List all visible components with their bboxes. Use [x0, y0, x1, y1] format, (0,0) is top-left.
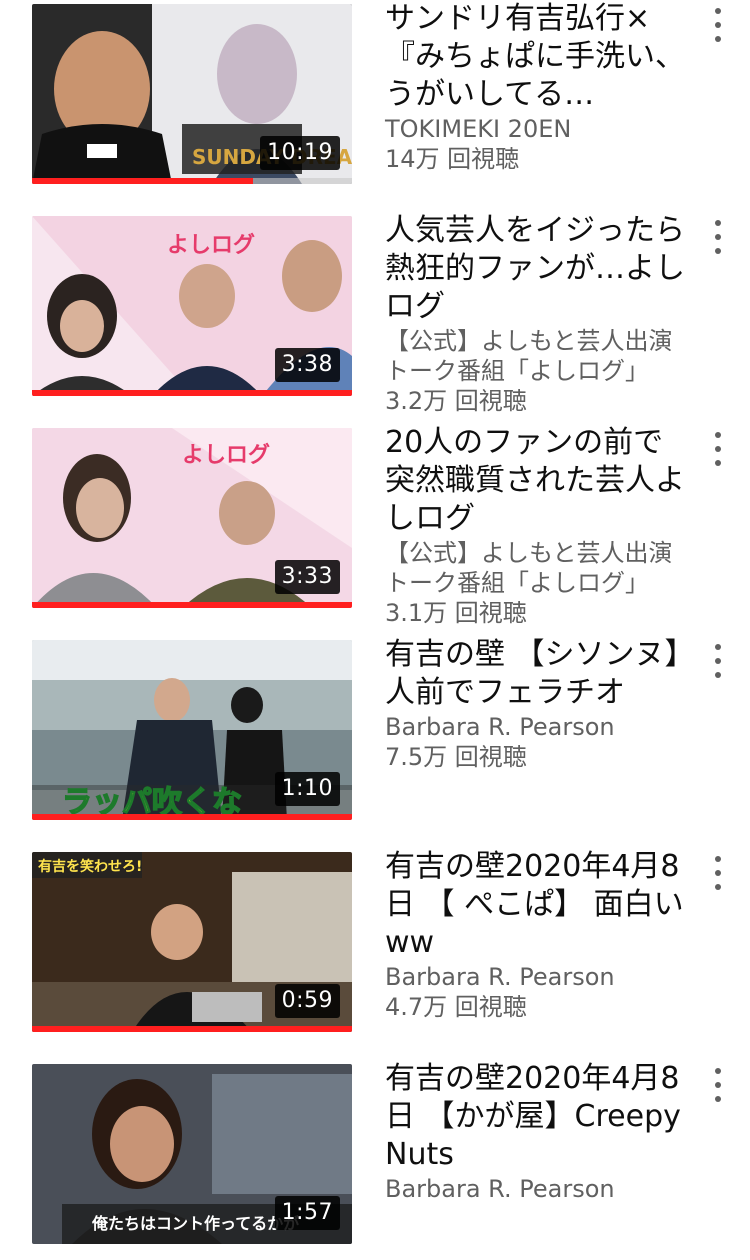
video-meta[interactable]: 有吉の壁2020年4月8日 【 ぺこぱ】 面白いww Barbara R. Pe…: [385, 848, 685, 1022]
thumbnail-caption: よしログ: [182, 442, 270, 468]
video-thumbnail[interactable]: よしログ 3:38: [32, 216, 352, 396]
channel-name[interactable]: Barbara R. Pearson: [385, 712, 685, 742]
video-title[interactable]: 人気芸人をイジったら熱狂的ファンが…よしログ: [385, 212, 685, 326]
more-vert-icon[interactable]: [710, 644, 726, 678]
view-count: 3.2万 回視聴: [385, 387, 527, 415]
view-count: 7.5万 回視聴: [385, 743, 527, 771]
thumbnail-caption: 俺たちはコント作ってるかが: [91, 1214, 299, 1233]
video-duration: 1:10: [274, 772, 340, 806]
channel-name[interactable]: Barbara R. Pearson: [385, 1174, 685, 1204]
more-vert-icon[interactable]: [710, 8, 726, 42]
view-count: 4.7万 回視聴: [385, 993, 527, 1021]
video-duration: 3:33: [274, 560, 340, 594]
video-meta[interactable]: 人気芸人をイジったら熱狂的ファンが…よしログ 【公式】よしもと芸人出演トーク番組…: [385, 212, 685, 416]
video-item[interactable]: よしログ 3:33 20人のファンの前で突然職質された芸人よしログ 【公式】よし…: [0, 424, 750, 627]
channel-name[interactable]: Barbara R. Pearson: [385, 962, 685, 992]
channel-name[interactable]: 【公式】よしもと芸人出演トーク番組「よしログ」: [385, 538, 685, 598]
video-thumbnail[interactable]: 有吉を笑わせろ! 0:59: [32, 852, 352, 1032]
video-thumbnail[interactable]: よしログ 3:33: [32, 428, 352, 608]
video-thumbnail[interactable]: 俺たちはコント作ってるかが 1:57: [32, 1064, 352, 1244]
watch-progress-bar: [32, 1026, 352, 1032]
video-title[interactable]: 20人のファンの前で突然職質された芸人よしログ: [385, 424, 685, 538]
video-duration: 0:59: [274, 984, 340, 1018]
channel-name[interactable]: 【公式】よしもと芸人出演トーク番組「よしログ」: [385, 326, 685, 386]
video-meta[interactable]: 有吉の壁 【シソンヌ】人前でフェラチオ Barbara R. Pearson 7…: [385, 636, 685, 772]
thumbnail-caption: よしログ: [167, 232, 255, 258]
thumbnail-caption: 有吉を笑わせろ!: [38, 858, 142, 875]
watch-progress-bar: [32, 390, 352, 396]
video-item[interactable]: 俺たちはコント作ってるかが 1:57 有吉の壁2020年4月8日 【かが屋】Cr…: [0, 1060, 750, 1260]
video-thumbnail[interactable]: SUNDAY DREAM 10:19: [32, 4, 352, 184]
video-item[interactable]: SUNDAY DREAM 10:19 サンドリ有吉弘行×『みちょぱに手洗い、うが…: [0, 0, 750, 200]
more-vert-icon[interactable]: [710, 432, 726, 466]
video-duration: 1:57: [274, 1196, 340, 1230]
channel-name[interactable]: TOKIMEKI 20EN: [385, 114, 685, 144]
view-count: 3.1万 回視聴: [385, 599, 527, 627]
video-thumbnail[interactable]: ラッパ吹くな 1:10: [32, 640, 352, 820]
video-meta[interactable]: サンドリ有吉弘行×『みちょぱに手洗い、うがいしてる… TOKIMEKI 20EN…: [385, 0, 685, 174]
view-count: 14万 回視聴: [385, 145, 520, 173]
more-vert-icon[interactable]: [710, 856, 726, 890]
video-title[interactable]: 有吉の壁2020年4月8日 【 ぺこぱ】 面白いww: [385, 848, 685, 962]
more-vert-icon[interactable]: [710, 220, 726, 254]
video-duration: 3:38: [274, 348, 340, 382]
watch-progress-bar: [32, 814, 352, 820]
video-title[interactable]: 有吉の壁 【シソンヌ】人前でフェラチオ: [385, 636, 685, 712]
more-vert-icon[interactable]: [710, 1068, 726, 1102]
watch-progress-bar: [32, 602, 352, 608]
video-meta[interactable]: 20人のファンの前で突然職質された芸人よしログ 【公式】よしもと芸人出演トーク番…: [385, 424, 685, 628]
video-item[interactable]: 有吉を笑わせろ! 0:59 有吉の壁2020年4月8日 【 ぺこぱ】 面白いww…: [0, 848, 750, 1048]
watch-progress-bar: [32, 178, 253, 184]
video-item[interactable]: ラッパ吹くな 1:10 有吉の壁 【シソンヌ】人前でフェラチオ Barbara …: [0, 636, 750, 836]
video-meta[interactable]: 有吉の壁2020年4月8日 【かが屋】Creepy Nuts Barbara R…: [385, 1060, 685, 1204]
video-duration: 10:19: [260, 136, 340, 170]
video-item[interactable]: よしログ 3:38 人気芸人をイジったら熱狂的ファンが…よしログ 【公式】よしも…: [0, 212, 750, 415]
video-title[interactable]: 有吉の壁2020年4月8日 【かが屋】Creepy Nuts: [385, 1060, 685, 1174]
video-title[interactable]: サンドリ有吉弘行×『みちょぱに手洗い、うがいしてる…: [385, 0, 685, 114]
